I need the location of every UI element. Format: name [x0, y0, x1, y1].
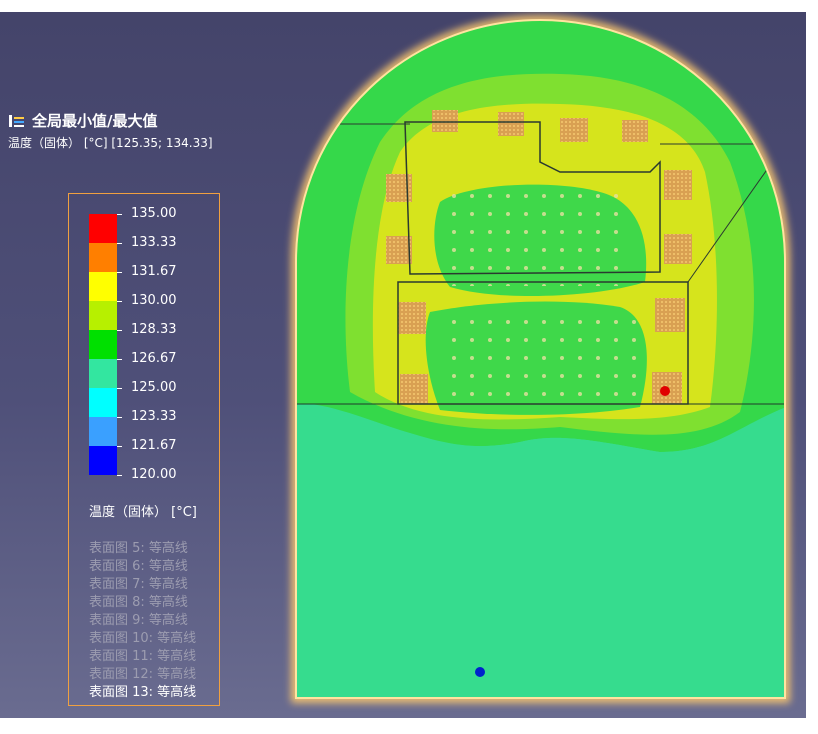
legend-swatch: [89, 388, 117, 417]
surface-plot-item[interactable]: 表面图 12: 等高线: [89, 666, 196, 684]
legend-panel[interactable]: 135.00 133.33 131.67 130.00 128.33 126.67 125.…: [68, 193, 220, 706]
legend-tick: [117, 446, 122, 447]
lower-region: [296, 403, 785, 698]
legend-swatch: [89, 243, 117, 272]
surface-plot-item[interactable]: 表面图 5: 等高线: [89, 540, 196, 558]
legend-tick: [117, 272, 122, 273]
legend-tick: [117, 301, 122, 302]
legend-row: 120.00: [89, 467, 209, 482]
legend-swatch: [89, 359, 117, 388]
legend-swatch: [89, 272, 117, 301]
legend-tick: [117, 243, 122, 244]
results-header: 全局最小值/最大值 温度（固体） [°C] [125.35; 134.33]: [8, 110, 213, 151]
legend-swatch: [89, 214, 117, 243]
surface-plot-list: 表面图 5: 等高线 表面图 6: 等高线 表面图 7: 等高线 表面图 8: 等高线…: [89, 540, 196, 702]
grid-axes-icon: [9, 114, 24, 127]
via-array-upper: [448, 186, 628, 286]
legend-swatch: [89, 301, 117, 330]
legend-tick-label: 126.67: [131, 351, 177, 366]
max-temp-marker: [660, 386, 670, 396]
surface-plot-item[interactable]: 表面图 6: 等高线: [89, 558, 196, 576]
results-title: 全局最小值/最大值: [32, 112, 158, 130]
legend-tick-label: 130.00: [131, 293, 177, 308]
legend-tick-label: 120.00: [131, 467, 177, 482]
surface-plot-item[interactable]: 表面图 7: 等高线: [89, 576, 196, 594]
surface-plot-item[interactable]: 表面图 11: 等高线: [89, 648, 196, 666]
3d-viewport[interactable]: 全局最小值/最大值 温度（固体） [°C] [125.35; 134.33] 1…: [0, 12, 806, 718]
legend-tick: [117, 359, 122, 360]
legend-tick-label: 123.33: [131, 409, 177, 424]
legend-tick-label: 135.00: [131, 206, 177, 221]
legend-tick-label: 128.33: [131, 322, 177, 337]
legend-tick: [117, 475, 122, 476]
legend-tick-label: 121.67: [131, 438, 177, 453]
legend-tick: [117, 388, 122, 389]
surface-plot-item[interactable]: 表面图 9: 等高线: [89, 612, 196, 630]
legend-tick-label: 133.33: [131, 235, 177, 250]
surface-plot-item[interactable]: 表面图 8: 等高线: [89, 594, 196, 612]
legend-tick: [117, 417, 122, 418]
legend-tick-label: 131.67: [131, 264, 177, 279]
min-temp-marker: [475, 667, 485, 677]
results-range: 温度（固体） [°C] [125.35; 134.33]: [8, 136, 213, 150]
legend-tick: [117, 214, 122, 215]
surface-plot-item[interactable]: 表面图 13: 等高线: [89, 684, 196, 702]
color-bar: 135.00 133.33 131.67 130.00 128.33 126.67 125.…: [89, 206, 209, 482]
legend-swatch: [89, 330, 117, 359]
legend-tick: [117, 330, 122, 331]
legend-swatch: [89, 417, 117, 446]
legend-unit-label: 温度（固体） [°C]: [89, 505, 197, 520]
surface-plot-item[interactable]: 表面图 10: 等高线: [89, 630, 196, 648]
via-array-lower: [440, 308, 640, 410]
legend-tick-label: 125.00: [131, 380, 177, 395]
legend-swatch: [89, 446, 117, 475]
